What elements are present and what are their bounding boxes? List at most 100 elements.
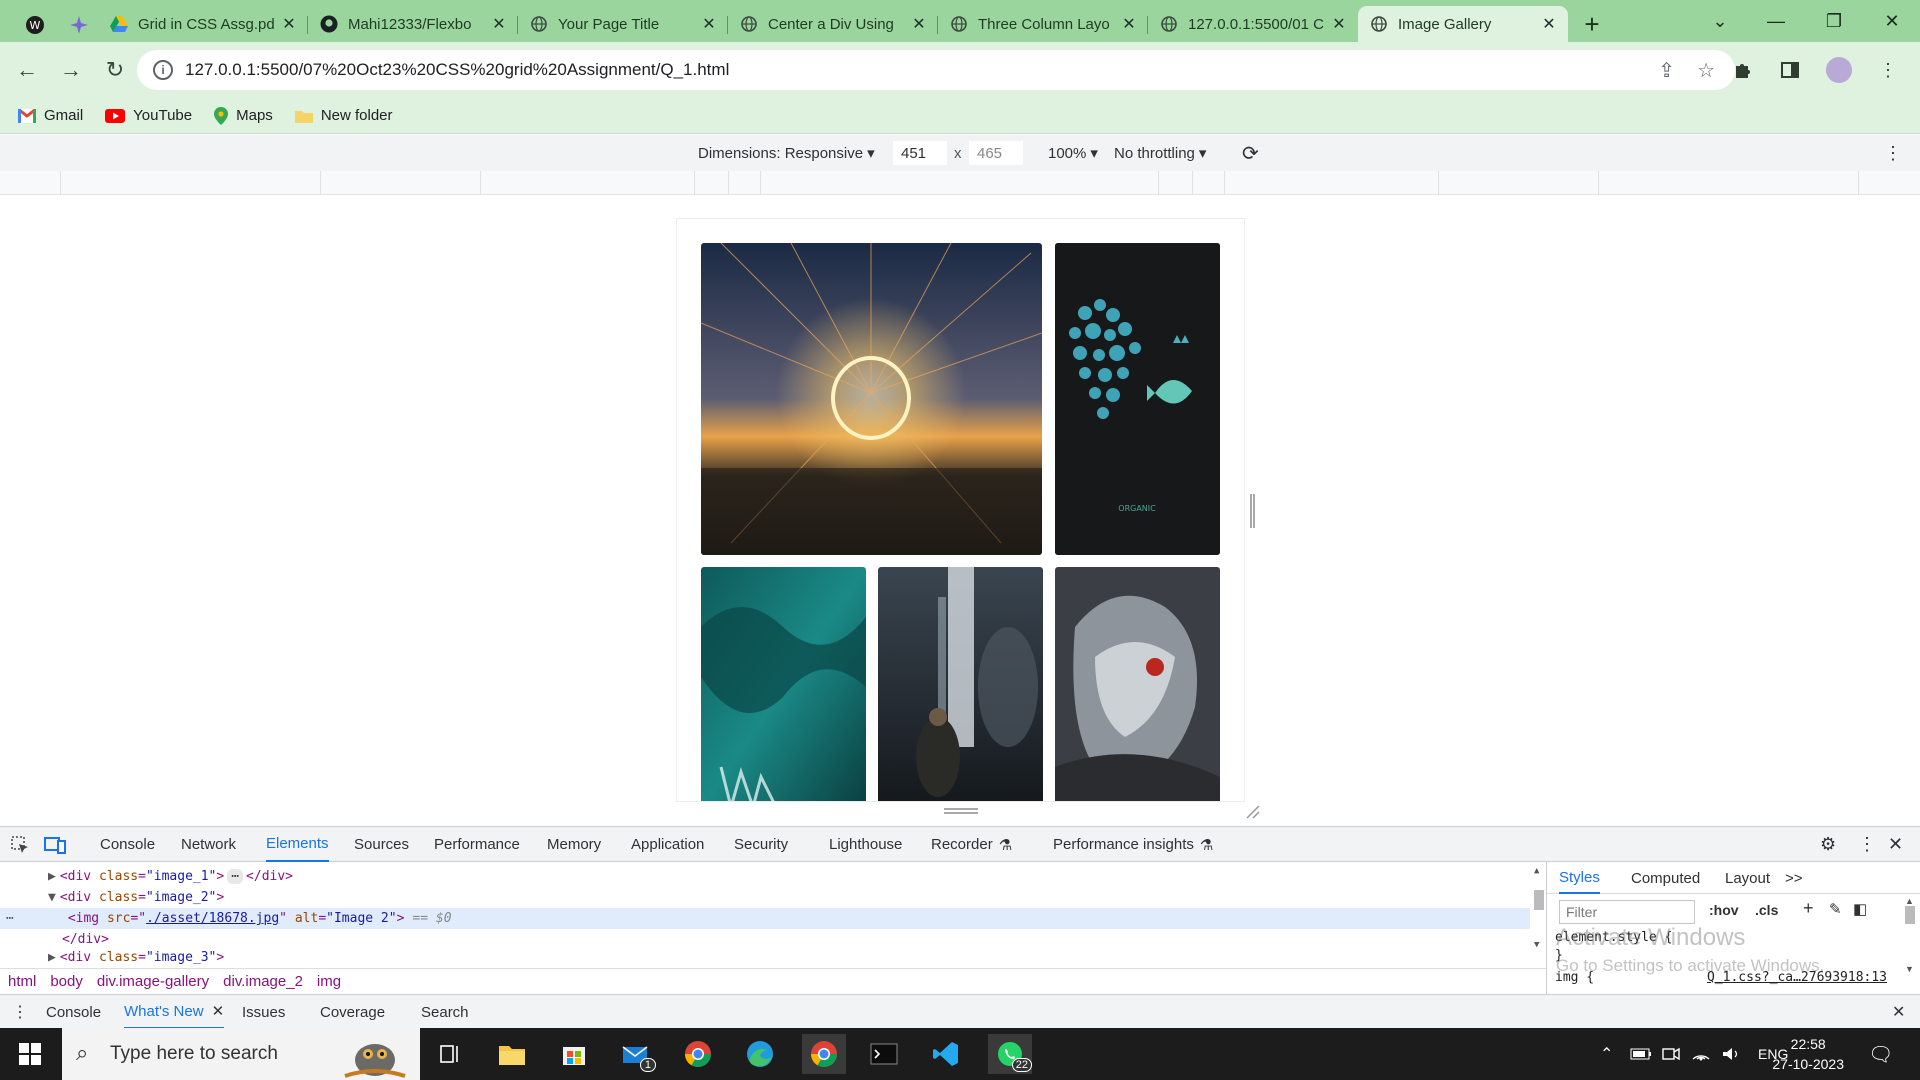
system-clock[interactable]: 22:58 27-10-2023: [1772, 1034, 1844, 1074]
back-button[interactable]: ←: [8, 51, 46, 89]
breadcrumb-html[interactable]: html: [8, 973, 36, 990]
task-view-icon[interactable]: [430, 1034, 470, 1074]
devtools-tab-console[interactable]: Console: [100, 827, 155, 862]
restore-button[interactable]: ❐: [1806, 0, 1862, 42]
breadcrumb-image2[interactable]: div.image_2: [223, 973, 303, 990]
tab-6-active[interactable]: Image Gallery ✕: [1358, 6, 1568, 42]
side-panel-icon[interactable]: [1778, 58, 1802, 82]
tab-wordpress[interactable]: W: [16, 8, 54, 42]
width-input[interactable]: 451: [892, 140, 948, 166]
devtools-tab-elements[interactable]: Elements: [266, 827, 329, 862]
toggle-sidebar-icon[interactable]: ◧: [1853, 900, 1867, 918]
breadcrumb-img[interactable]: img: [317, 973, 341, 990]
dimensions-dropdown[interactable]: Dimensions: Responsive ▾: [698, 135, 875, 171]
inspect-element-icon[interactable]: [10, 827, 30, 862]
layout-tab[interactable]: Layout: [1725, 862, 1770, 894]
taskbar-search-box[interactable]: ⌕ Type here to search: [62, 1028, 420, 1080]
close-icon[interactable]: ✕: [280, 14, 298, 34]
resize-handle-bottom[interactable]: [944, 808, 978, 814]
zoom-dropdown[interactable]: 100% ▾: [1048, 135, 1098, 171]
devtools-tab-security[interactable]: Security: [734, 827, 788, 862]
devtools-tab-performance[interactable]: Performance: [434, 827, 520, 862]
tab-3[interactable]: Center a Div Using ✕: [728, 6, 938, 42]
tab-search-icon[interactable]: ⌄: [1692, 0, 1748, 42]
breadcrumb-body[interactable]: body: [50, 973, 83, 990]
file-explorer-icon[interactable]: [492, 1034, 532, 1074]
bookmark-gmail[interactable]: Gmail: [18, 107, 83, 124]
address-bar[interactable]: i 127.0.0.1:5500/07%20Oct23%20CSS%20grid…: [137, 50, 1735, 90]
bookmark-maps[interactable]: Maps: [214, 106, 273, 125]
drawer-tab-issues[interactable]: Issues: [242, 995, 285, 1029]
breadcrumb-gallery[interactable]: div.image-gallery: [97, 973, 209, 990]
vscode-icon[interactable]: [926, 1034, 966, 1074]
chrome-icon[interactable]: [678, 1034, 718, 1074]
chrome-active-icon[interactable]: [802, 1034, 846, 1074]
devtools-tab-lighthouse[interactable]: Lighthouse: [829, 827, 902, 862]
ellipsis-badge[interactable]: ⋯: [227, 869, 244, 884]
forward-button[interactable]: →: [52, 51, 90, 89]
styles-tab[interactable]: Styles: [1559, 862, 1600, 894]
new-tab-button[interactable]: +: [1574, 6, 1610, 42]
throttling-dropdown[interactable]: No throttling ▾: [1114, 135, 1206, 171]
more-tabs-icon[interactable]: >>: [1785, 862, 1803, 894]
devtools-close-icon[interactable]: ✕: [1888, 827, 1903, 862]
terminal-icon[interactable]: [864, 1034, 904, 1074]
close-icon[interactable]: ✕: [1120, 14, 1138, 34]
tab-0[interactable]: Grid in CSS Assg.pd ✕: [98, 6, 308, 42]
gallery-image-3[interactable]: [701, 567, 866, 801]
show-hidden-icons[interactable]: ⌃: [1600, 1028, 1613, 1080]
battery-icon[interactable]: [1630, 1028, 1652, 1080]
dom-node-image3[interactable]: ▶ < div class = "image_3" >: [48, 950, 224, 964]
extensions-icon[interactable]: [1730, 58, 1754, 82]
whatsapp-icon[interactable]: 22: [988, 1034, 1032, 1074]
dom-node-img-selected[interactable]: ⋯ < img src =" ./asset/18678.jpg " alt = "Imag…: [0, 908, 1530, 929]
drawer-tab-search[interactable]: Search: [421, 995, 469, 1029]
settings-gear-icon[interactable]: ⚙: [1820, 827, 1836, 862]
volume-icon[interactable]: [1722, 1028, 1740, 1080]
devtools-tab-performance-insights[interactable]: Performance insights ⚗: [1053, 827, 1213, 862]
close-icon[interactable]: ✕: [700, 14, 718, 34]
close-icon[interactable]: ✕: [910, 14, 928, 34]
height-input[interactable]: 465: [968, 140, 1024, 166]
drawer-tab-coverage[interactable]: Coverage: [320, 995, 385, 1029]
drawer-menu-icon[interactable]: ⋮: [12, 995, 28, 1029]
meet-now-icon[interactable]: [1662, 1028, 1680, 1080]
device-more-icon[interactable]: ⋮: [1884, 135, 1902, 171]
cls-button[interactable]: .cls: [1755, 902, 1778, 918]
tab-5[interactable]: 127.0.0.1:5500/01 C ✕: [1148, 6, 1358, 42]
devtools-more-icon[interactable]: ⋮: [1858, 827, 1876, 862]
gallery-image-5[interactable]: [1055, 567, 1220, 801]
drawer-close-icon[interactable]: ✕: [1892, 995, 1905, 1029]
tab-1[interactable]: Mahi12333/Flexbo ✕: [308, 6, 518, 42]
gallery-image-4[interactable]: [878, 567, 1043, 801]
mail-icon[interactable]: 1: [616, 1034, 656, 1074]
computed-tab[interactable]: Computed: [1631, 862, 1700, 894]
devtools-tab-application[interactable]: Application: [631, 827, 704, 862]
gallery-image-1[interactable]: [701, 243, 1042, 555]
more-menu-icon[interactable]: ⋮: [1876, 58, 1900, 82]
close-icon[interactable]: ✕: [212, 1002, 225, 1020]
collapsed-triangle-icon[interactable]: ▶: [48, 950, 56, 964]
bookmark-new-folder[interactable]: New folder: [294, 107, 393, 124]
close-icon[interactable]: ✕: [490, 14, 508, 34]
new-rule-icon[interactable]: +: [1803, 898, 1814, 919]
wifi-icon[interactable]: [1692, 1028, 1710, 1080]
styles-scrollbar[interactable]: ▲ ▼: [1905, 896, 1917, 986]
devtools-tab-network[interactable]: Network: [181, 827, 236, 862]
close-icon[interactable]: ✕: [1330, 14, 1348, 34]
resize-handle-right[interactable]: [1250, 494, 1255, 528]
devtools-tab-memory[interactable]: Memory: [547, 827, 601, 862]
tab-2[interactable]: Your Page Title ✕: [518, 6, 728, 42]
profile-avatar[interactable]: [1826, 57, 1852, 83]
microsoft-store-icon[interactable]: [554, 1034, 594, 1074]
expanded-triangle-icon[interactable]: ▼: [48, 890, 56, 905]
notification-center-icon[interactable]: 🗨: [1868, 1028, 1893, 1080]
src-link[interactable]: ./asset/18678.jpg: [146, 911, 279, 926]
drawer-tab-whats-new[interactable]: What's New ✕: [124, 995, 225, 1029]
node-actions-icon[interactable]: ⋯: [6, 911, 14, 926]
tab-4[interactable]: Three Column Layo ✕: [938, 6, 1148, 42]
collapsed-triangle-icon[interactable]: ▶: [48, 869, 56, 884]
devtools-tab-recorder[interactable]: Recorder ⚗: [931, 827, 1012, 862]
elements-scrollbar[interactable]: ▲ ▼: [1534, 866, 1546, 962]
share-icon[interactable]: ⇪: [1658, 58, 1675, 83]
